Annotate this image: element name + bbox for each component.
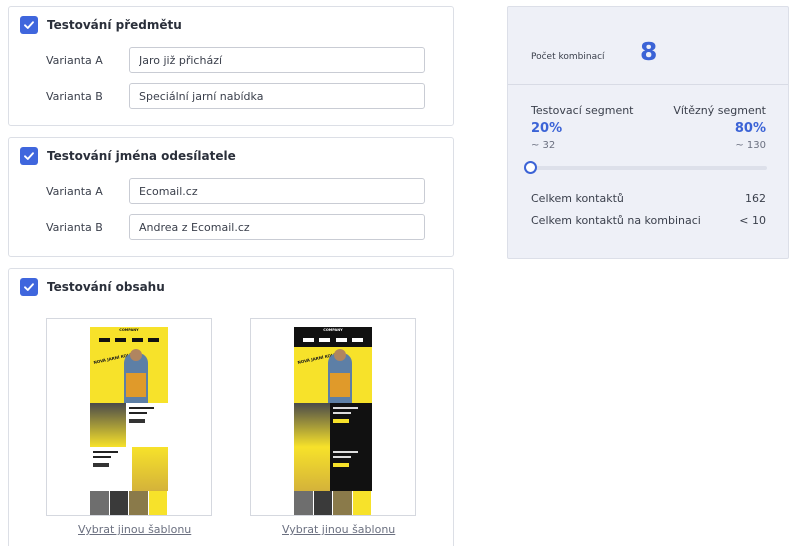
email-hero-image: NOVÁ JARNÍ KOLEKCE: [294, 347, 372, 403]
combinations-label: Počet kombinací: [531, 52, 605, 62]
subject-variant-a-input[interactable]: [129, 47, 425, 73]
segment-slider-track[interactable]: [531, 166, 767, 170]
subject-variant-a-row: Varianta A: [46, 47, 425, 73]
check-icon: [24, 21, 34, 29]
per-combination-value: < 10: [739, 214, 766, 227]
test-segment-label: Testovací segment: [531, 104, 634, 117]
sender-variant-b-label: Varianta B: [46, 220, 103, 234]
sender-variant-b-input[interactable]: [129, 214, 425, 240]
email-footer-gallery: [294, 491, 372, 515]
template-preview-a[interactable]: COMPANY NOVÁ JARNÍ KOLEKCE: [46, 318, 212, 516]
subject-variant-a-label: Varianta A: [46, 53, 103, 67]
email-product-block: [294, 447, 372, 491]
total-contacts-value: 162: [745, 192, 766, 205]
email-footer-gallery: [90, 491, 168, 515]
test-segment-approx: ~ 32: [531, 140, 556, 151]
sender-test-header: Testování jména odesílatele: [20, 147, 236, 165]
sender-variant-b-row: Varianta B: [46, 214, 425, 240]
combinations-count: 8: [640, 37, 658, 66]
subject-variant-b-label: Varianta B: [46, 89, 103, 103]
sender-variant-a-row: Varianta A: [46, 178, 425, 204]
email-product-block: [90, 403, 168, 447]
email-hero-image: NOVÁ JARNÍ KOLEKCE: [90, 347, 168, 403]
winner-segment-approx: ~ 130: [735, 140, 766, 151]
panel-divider: [508, 84, 788, 85]
subject-variant-b-row: Varianta B: [46, 83, 425, 109]
subject-test-card: Testování předmětu Varianta A Varianta B: [8, 6, 454, 126]
email-template-dark: COMPANY NOVÁ JARNÍ KOLEKCE: [294, 324, 372, 515]
content-test-header: Testování obsahu: [20, 278, 165, 296]
subject-variant-b-input[interactable]: [129, 83, 425, 109]
per-combination-label: Celkem kontaktů na kombinaci: [531, 214, 701, 227]
subject-test-header: Testování předmětu: [20, 16, 182, 34]
segment-slider-handle[interactable]: [524, 161, 537, 174]
email-nav: [90, 333, 168, 347]
test-segment-percent: 20%: [531, 121, 563, 136]
subject-test-checkbox[interactable]: [20, 16, 38, 34]
total-contacts-label: Celkem kontaktů: [531, 192, 624, 205]
email-product-block: [294, 403, 372, 447]
email-product-block: [90, 447, 168, 491]
change-template-link-a[interactable]: Vybrat jinou šablonu: [78, 523, 191, 536]
change-template-link-b[interactable]: Vybrat jinou šablonu: [282, 523, 395, 536]
content-test-title: Testování obsahu: [47, 280, 165, 294]
sender-variant-a-input[interactable]: [129, 178, 425, 204]
sender-test-checkbox[interactable]: [20, 147, 38, 165]
email-nav: [294, 333, 372, 347]
content-test-checkbox[interactable]: [20, 278, 38, 296]
email-template-light: COMPANY NOVÁ JARNÍ KOLEKCE: [90, 324, 168, 515]
sender-variant-a-label: Varianta A: [46, 184, 103, 198]
sender-test-title: Testování jména odesílatele: [47, 149, 236, 163]
summary-panel: Počet kombinací 8 Testovací segment Vítě…: [507, 6, 789, 259]
check-icon: [24, 152, 34, 160]
winner-segment-label: Vítězný segment: [673, 104, 766, 117]
subject-test-title: Testování předmětu: [47, 18, 182, 32]
template-preview-b[interactable]: COMPANY NOVÁ JARNÍ KOLEKCE: [250, 318, 416, 516]
sender-test-card: Testování jména odesílatele Varianta A V…: [8, 137, 454, 257]
winner-segment-percent: 80%: [734, 121, 766, 136]
check-icon: [24, 283, 34, 291]
